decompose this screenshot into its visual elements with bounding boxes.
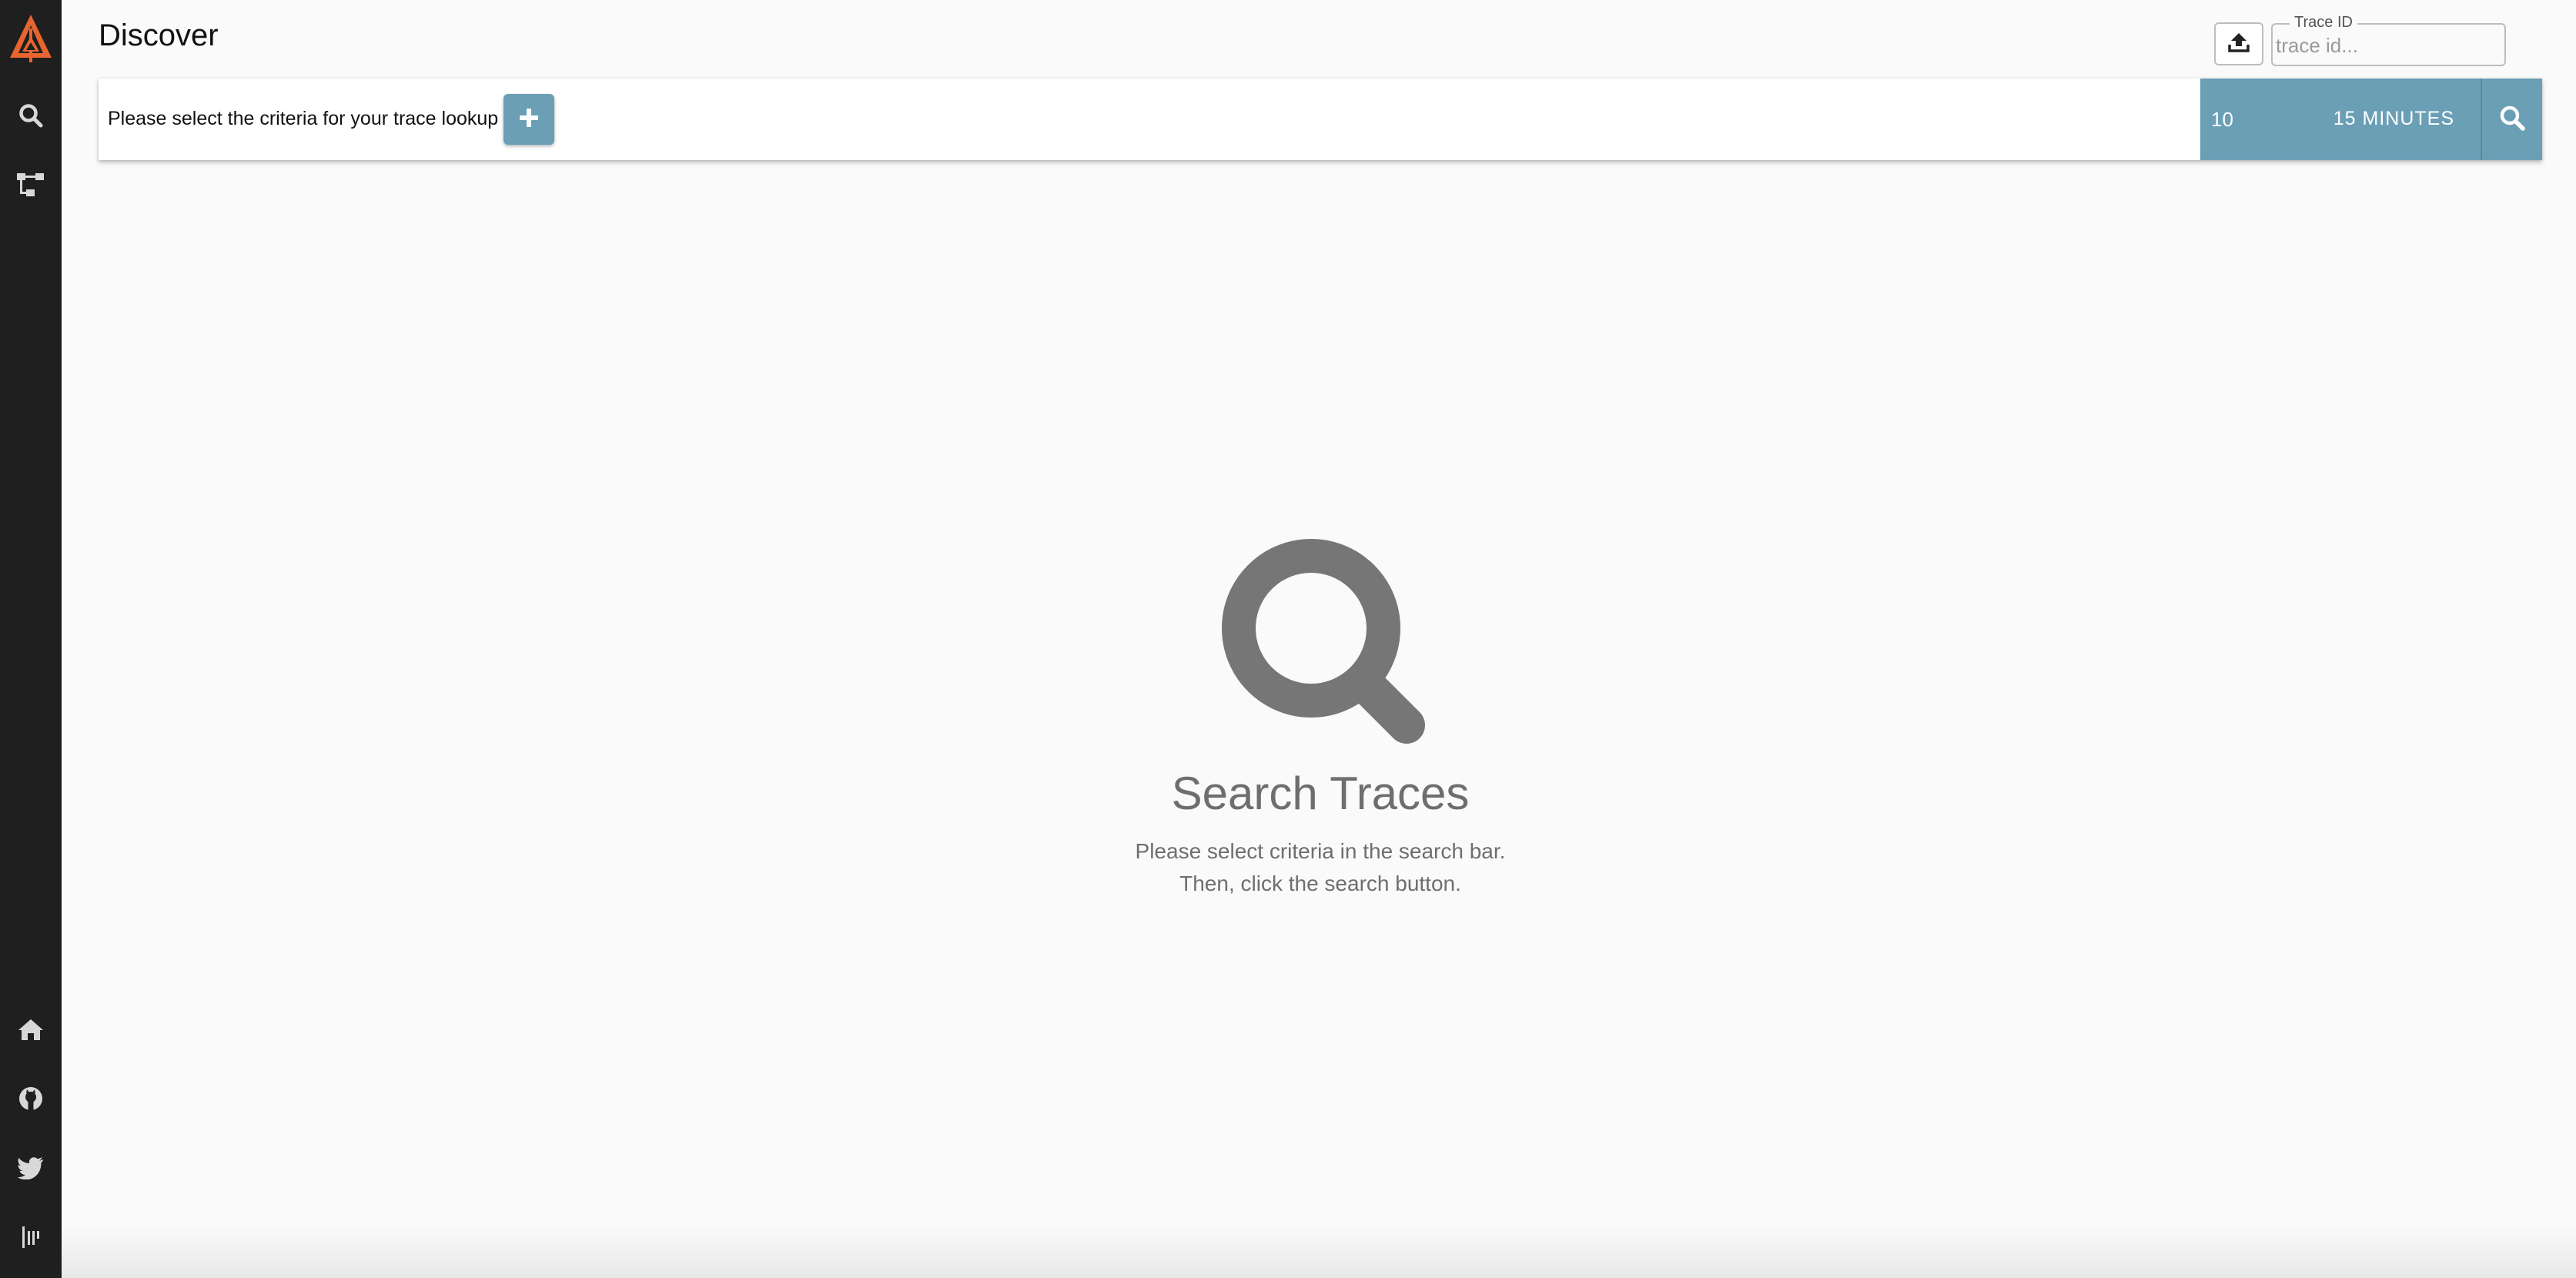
time-range-button[interactable]: 15 MINUTES	[2333, 108, 2454, 130]
upload-button[interactable]	[2214, 22, 2263, 65]
empty-state: Search Traces Please select criteria in …	[1078, 531, 1563, 900]
criteria-prompt: Please select the criteria for your trac…	[108, 108, 499, 129]
trace-id-label: Trace ID	[2290, 14, 2357, 32]
add-criteria-button[interactable]	[503, 94, 554, 145]
zipkin-logo-icon[interactable]	[0, 8, 62, 69]
search-icon	[1078, 531, 1563, 762]
page-title: Discover	[99, 18, 219, 52]
search-bar: Please select the criteria for your trac…	[99, 79, 2542, 160]
sidebar	[0, 0, 62, 1278]
gitter-icon[interactable]	[0, 1213, 62, 1262]
limit-input[interactable]: 10	[2211, 108, 2233, 132]
bottom-shadow	[62, 1224, 2576, 1278]
twitter-icon[interactable]	[0, 1143, 62, 1193]
limit-and-range: 10 15 MINUTES	[2200, 79, 2481, 160]
trace-id-input[interactable]	[2276, 32, 2499, 59]
dependencies-icon[interactable]	[0, 160, 62, 209]
home-icon[interactable]	[0, 1005, 62, 1054]
trace-id-field: Trace ID	[2271, 14, 2506, 66]
empty-title: Search Traces	[1171, 768, 1470, 819]
upload-icon	[2227, 32, 2250, 57]
search-button[interactable]	[2481, 79, 2542, 160]
github-icon[interactable]	[0, 1074, 62, 1123]
search-icon	[2498, 104, 2526, 135]
search-icon[interactable]	[0, 91, 62, 140]
empty-line-1: Please select criteria in the search bar…	[1135, 839, 1506, 863]
empty-line-2: Then, click the search button.	[1179, 872, 1461, 895]
plus-icon	[517, 106, 540, 133]
